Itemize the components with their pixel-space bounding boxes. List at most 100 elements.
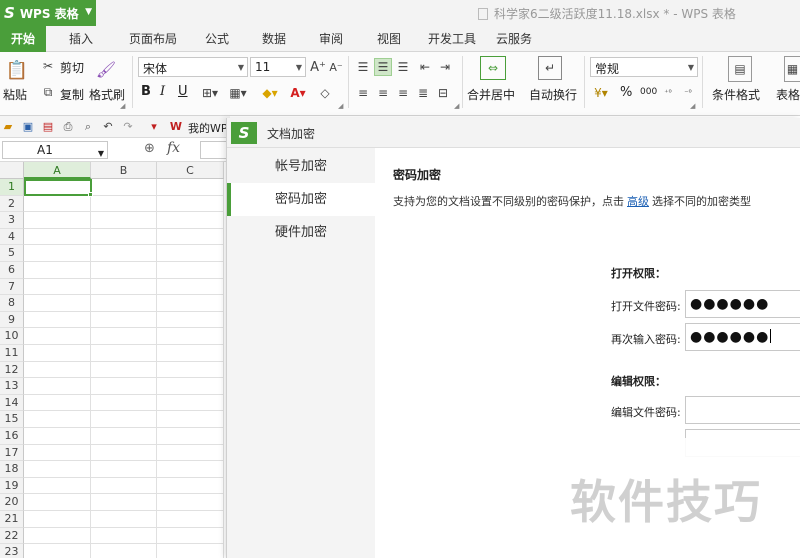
grid-cell[interactable] [91,311,157,329]
alignment-dialog-launcher-icon[interactable]: ◢ [454,102,459,110]
row-header[interactable]: 16 [0,428,24,445]
open-folder-icon[interactable]: ▰ [0,119,16,134]
clear-format-icon[interactable]: ◇ [316,84,334,102]
grid-cell[interactable] [24,411,91,428]
column-header[interactable]: C [157,162,224,179]
tab-cloud[interactable]: 云服务 [484,26,544,52]
grid-cell[interactable] [24,278,91,296]
grid-cell[interactable] [157,494,224,511]
format-painter-icon[interactable]: 🖌 [94,56,118,82]
grid-cell[interactable] [91,212,157,229]
grid-cell[interactable] [91,544,157,558]
grid-cell[interactable] [157,179,224,196]
row-header[interactable]: 22 [0,527,24,545]
spreadsheet-grid[interactable]: A B C 1 2 3 4 5 6 7 8 9 10 11 12 13 14 15 16 17 18 19 20 21 2… [0,162,230,558]
merge-center-button[interactable]: 合并居中 [467,86,515,103]
tab-review[interactable]: 审阅 [304,26,358,52]
font-color-icon[interactable]: A▾ [286,84,310,102]
tab-home[interactable]: 开始 [0,26,46,52]
grid-cell[interactable] [157,311,224,329]
increase-decimal-icon[interactable]: ⁺⁰ [660,82,676,102]
currency-icon[interactable]: ¥▾ [590,84,612,102]
print-preview-icon[interactable]: ⌕ [80,119,96,134]
align-top-icon[interactable]: ☰ [354,58,372,76]
borders-icon[interactable]: ⊞▾ [198,84,222,102]
row-header[interactable]: 21 [0,511,24,528]
row-header[interactable]: 18 [0,461,24,478]
row-header[interactable]: 10 [0,328,24,345]
grid-cell[interactable] [91,195,157,213]
grid-cell[interactable] [24,328,91,345]
row-header[interactable]: 23 [0,544,24,558]
grid-cell[interactable] [24,228,91,246]
grid-cell[interactable] [157,278,224,296]
cut-button[interactable]: 剪切 [60,59,84,76]
row-header[interactable]: 7 [0,278,24,296]
fill-handle[interactable] [88,192,93,197]
grid-cell[interactable] [24,345,91,362]
grid-cell[interactable] [157,345,224,362]
active-cell[interactable] [24,179,92,196]
grid-cell[interactable] [157,527,224,545]
number-dialog-launcher-icon[interactable]: ◢ [690,102,695,110]
column-header[interactable]: B [91,162,157,179]
row-header[interactable]: 2 [0,195,24,213]
grid-cell[interactable] [24,361,91,379]
grid-cell[interactable] [91,228,157,246]
grid-cell[interactable] [91,444,157,462]
row-header[interactable]: 1 [0,179,24,196]
tab-formulas[interactable]: 公式 [190,26,244,52]
distributed-icon[interactable]: ⊟ [434,84,452,102]
paste-button[interactable]: 粘贴 [3,86,27,103]
conditional-format-icon[interactable]: ▤ [728,56,752,82]
grid-cell[interactable] [91,461,157,478]
justify-icon[interactable]: ≣ [414,84,432,102]
grid-cell[interactable] [24,511,91,528]
grid-cell[interactable] [157,245,224,262]
grid-cell[interactable] [24,262,91,279]
tab-view[interactable]: 视图 [358,26,420,52]
grid-cell[interactable] [24,544,91,558]
underline-button[interactable]: U [178,84,188,99]
grid-cell[interactable] [157,228,224,246]
row-header[interactable]: 3 [0,212,24,229]
grid-cell[interactable] [157,361,224,379]
nav-password-encryption[interactable]: 密码加密 [227,183,375,216]
percent-button[interactable]: % [620,85,632,100]
cell-borders-icon[interactable]: ▦▾ [226,84,250,102]
row-header[interactable]: 6 [0,262,24,279]
font-name-select[interactable]: 宋体 ▼ [138,57,248,77]
tab-data[interactable]: 数据 [244,26,304,52]
row-header[interactable]: 14 [0,394,24,412]
insert-function-button[interactable]: fx [167,140,180,156]
thousands-separator-button[interactable]: 000 [640,87,657,97]
row-header[interactable]: 19 [0,477,24,495]
row-header[interactable]: 5 [0,245,24,262]
grid-cell[interactable] [91,295,157,312]
grid-cell[interactable] [157,295,224,312]
row-header[interactable]: 4 [0,228,24,246]
number-format-select[interactable]: 常规 ▼ [590,57,698,77]
grid-cell[interactable] [91,361,157,379]
copy-button[interactable]: 复制 [60,86,84,103]
grid-cell[interactable] [24,477,91,495]
wrap-text-icon[interactable]: ↵ [538,56,562,80]
grid-cell[interactable] [157,262,224,279]
grid-cell[interactable] [24,295,91,312]
grid-cell[interactable] [157,411,224,428]
grid-cell[interactable] [24,444,91,462]
row-header[interactable]: 20 [0,494,24,511]
column-header[interactable]: A [24,162,91,179]
grid-cell[interactable] [91,511,157,528]
wrap-text-button[interactable]: 自动换行 [529,86,577,103]
tab-developer[interactable]: 开发工具 [420,26,484,52]
align-bottom-icon[interactable]: ☰ [394,58,412,76]
grid-cell[interactable] [157,328,224,345]
grid-cell[interactable] [91,394,157,412]
grid-cell[interactable] [91,378,157,395]
tab-page-layout[interactable]: 页面布局 [116,26,190,52]
grid-cell[interactable] [157,378,224,395]
align-center-icon[interactable]: ≡ [374,84,392,102]
bold-button[interactable]: B [141,84,151,99]
grid-cell[interactable] [91,262,157,279]
